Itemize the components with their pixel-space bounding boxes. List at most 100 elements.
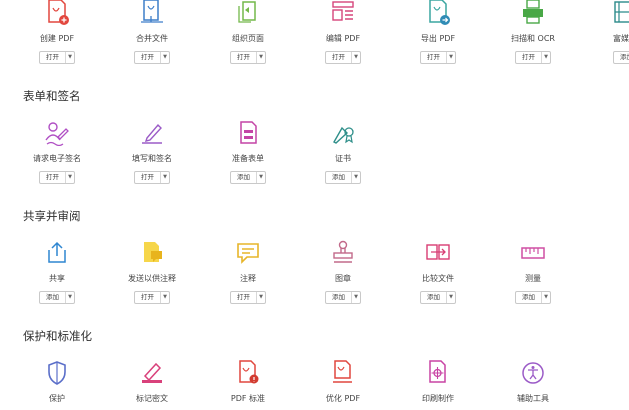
tool-export-pdf[interactable]: 导出 PDF 打开 ▼ bbox=[391, 0, 485, 64]
open-button[interactable]: 打开 ▼ bbox=[515, 51, 551, 64]
tool-fill-sign[interactable]: 填写和签名 打开 ▼ bbox=[105, 120, 199, 184]
stamp-icon bbox=[330, 240, 356, 266]
tool-label: 测量 bbox=[525, 274, 541, 283]
add-button[interactable]: 添加 ▼ bbox=[325, 291, 361, 304]
add-button[interactable]: 添加 ▼ bbox=[39, 291, 75, 304]
tool-combine-files[interactable]: 合并文件 打开 ▼ bbox=[105, 0, 199, 64]
chevron-down-icon[interactable]: ▼ bbox=[542, 292, 550, 303]
tool-label: 编辑 PDF bbox=[325, 34, 361, 43]
tool-label: 共享 bbox=[49, 274, 65, 283]
tool-accessibility[interactable]: 辅助工具 bbox=[486, 360, 580, 404]
chevron-down-icon[interactable]: ▼ bbox=[161, 52, 169, 63]
chevron-down-icon[interactable]: ▼ bbox=[447, 52, 455, 63]
add-button[interactable]: 添加 bbox=[613, 51, 629, 64]
open-button[interactable]: 打开 ▼ bbox=[39, 171, 75, 184]
tool-label: 保护 bbox=[49, 394, 65, 403]
chevron-down-icon[interactable]: ▼ bbox=[257, 292, 265, 303]
add-button[interactable]: 添加 ▼ bbox=[325, 171, 361, 184]
tool-prepare-form[interactable]: 准备表单 添加 ▼ bbox=[201, 120, 295, 184]
tool-certificates[interactable]: 证书 添加 ▼ bbox=[296, 120, 390, 184]
tool-label: 填写和签名 bbox=[132, 154, 172, 163]
tool-protect[interactable]: 保护 bbox=[10, 360, 104, 404]
chevron-down-icon[interactable]: ▼ bbox=[447, 292, 455, 303]
chevron-down-icon[interactable]: ▼ bbox=[161, 172, 169, 183]
send-for-comment-icon bbox=[139, 240, 165, 266]
add-button[interactable]: 添加 ▼ bbox=[515, 291, 551, 304]
tool-optimize-pdf[interactable]: 优化 PDF bbox=[296, 360, 390, 404]
chevron-down-icon[interactable]: ▼ bbox=[66, 292, 74, 303]
tool-share[interactable]: 共享 添加 ▼ bbox=[10, 240, 104, 304]
combine-files-icon bbox=[139, 0, 165, 26]
open-button[interactable]: 打开 ▼ bbox=[230, 51, 266, 64]
open-button[interactable]: 打开 ▼ bbox=[230, 291, 266, 304]
pdf-standards-icon bbox=[235, 360, 261, 386]
organize-pages-icon bbox=[235, 0, 261, 26]
export-pdf-icon bbox=[425, 0, 451, 26]
tool-label: 扫描和 OCR bbox=[511, 34, 555, 43]
tool-label: 发送以供注释 bbox=[128, 274, 176, 283]
rich-media-icon bbox=[611, 0, 629, 26]
prepare-form-icon bbox=[235, 120, 261, 146]
tool-measure[interactable]: 测量 添加 ▼ bbox=[486, 240, 580, 304]
tool-create-pdf[interactable]: 创建 PDF 打开 ▼ bbox=[10, 0, 104, 64]
tool-label: 请求电子签名 bbox=[33, 154, 81, 163]
tool-organize-pages[interactable]: 组织页面 打开 ▼ bbox=[201, 0, 295, 64]
tool-edit-pdf[interactable]: 编辑 PDF 打开 ▼ bbox=[296, 0, 390, 64]
tool-label: 合并文件 bbox=[136, 34, 168, 43]
chevron-down-icon[interactable]: ▼ bbox=[352, 52, 360, 63]
tool-stamp[interactable]: 图章 添加 ▼ bbox=[296, 240, 390, 304]
chevron-down-icon[interactable]: ▼ bbox=[257, 172, 265, 183]
section-title-protect: 保护和标准化 bbox=[23, 329, 92, 343]
tool-label: 辅助工具 bbox=[517, 394, 549, 403]
fill-sign-icon bbox=[139, 120, 165, 146]
redact-marker-icon bbox=[139, 360, 165, 386]
compare-files-icon bbox=[425, 240, 451, 266]
tool-redact[interactable]: 标记密文 bbox=[105, 360, 199, 404]
request-signature-icon bbox=[44, 120, 70, 146]
share-upload-icon bbox=[44, 240, 70, 266]
tool-label: 比较文件 bbox=[422, 274, 454, 283]
accessibility-icon bbox=[520, 360, 546, 386]
tool-label: 注释 bbox=[240, 274, 256, 283]
certificate-pen-icon bbox=[330, 120, 356, 146]
tool-label: 标记密文 bbox=[136, 394, 168, 403]
chevron-down-icon[interactable]: ▼ bbox=[352, 292, 360, 303]
ruler-icon bbox=[520, 240, 546, 266]
comment-bubble-icon bbox=[235, 240, 261, 266]
open-button[interactable]: 打开 ▼ bbox=[134, 51, 170, 64]
add-button[interactable]: 添加 ▼ bbox=[420, 291, 456, 304]
open-button[interactable]: 打开 ▼ bbox=[39, 51, 75, 64]
tool-label: 导出 PDF bbox=[420, 34, 456, 43]
edit-pdf-icon bbox=[330, 0, 356, 26]
scan-ocr-icon bbox=[520, 0, 546, 26]
tool-label: 证书 bbox=[335, 154, 351, 163]
print-production-icon bbox=[425, 360, 451, 386]
open-button[interactable]: 打开 ▼ bbox=[134, 291, 170, 304]
optimize-pdf-icon bbox=[330, 360, 356, 386]
tool-request-esign[interactable]: 请求电子签名 打开 ▼ bbox=[10, 120, 104, 184]
tool-comment[interactable]: 注释 打开 ▼ bbox=[201, 240, 295, 304]
chevron-down-icon[interactable]: ▼ bbox=[542, 52, 550, 63]
tool-print-production[interactable]: 印刷制作 bbox=[391, 360, 485, 404]
open-button[interactable]: 打开 ▼ bbox=[134, 171, 170, 184]
section-title-share: 共享并审阅 bbox=[23, 209, 81, 223]
tool-rich-media[interactable]: 富媒 添加 bbox=[586, 0, 629, 64]
open-button[interactable]: 打开 ▼ bbox=[420, 51, 456, 64]
tool-label: 优化 PDF bbox=[325, 394, 361, 403]
tool-compare-files[interactable]: 比较文件 添加 ▼ bbox=[391, 240, 485, 304]
shield-icon bbox=[44, 360, 70, 386]
chevron-down-icon[interactable]: ▼ bbox=[161, 292, 169, 303]
tool-pdf-standards[interactable]: PDF 标准 bbox=[201, 360, 295, 404]
tool-label: 组织页面 bbox=[232, 34, 264, 43]
tool-label: 印刷制作 bbox=[422, 394, 454, 403]
open-button[interactable]: 打开 ▼ bbox=[325, 51, 361, 64]
chevron-down-icon[interactable]: ▼ bbox=[66, 52, 74, 63]
tool-label: 准备表单 bbox=[232, 154, 264, 163]
tool-scan-ocr[interactable]: 扫描和 OCR 打开 ▼ bbox=[486, 0, 580, 64]
chevron-down-icon[interactable]: ▼ bbox=[257, 52, 265, 63]
chevron-down-icon[interactable]: ▼ bbox=[352, 172, 360, 183]
tool-send-comment[interactable]: 发送以供注释 打开 ▼ bbox=[105, 240, 199, 304]
add-button[interactable]: 添加 ▼ bbox=[230, 171, 266, 184]
chevron-down-icon[interactable]: ▼ bbox=[66, 172, 74, 183]
tool-label: 创建 PDF bbox=[39, 34, 75, 43]
